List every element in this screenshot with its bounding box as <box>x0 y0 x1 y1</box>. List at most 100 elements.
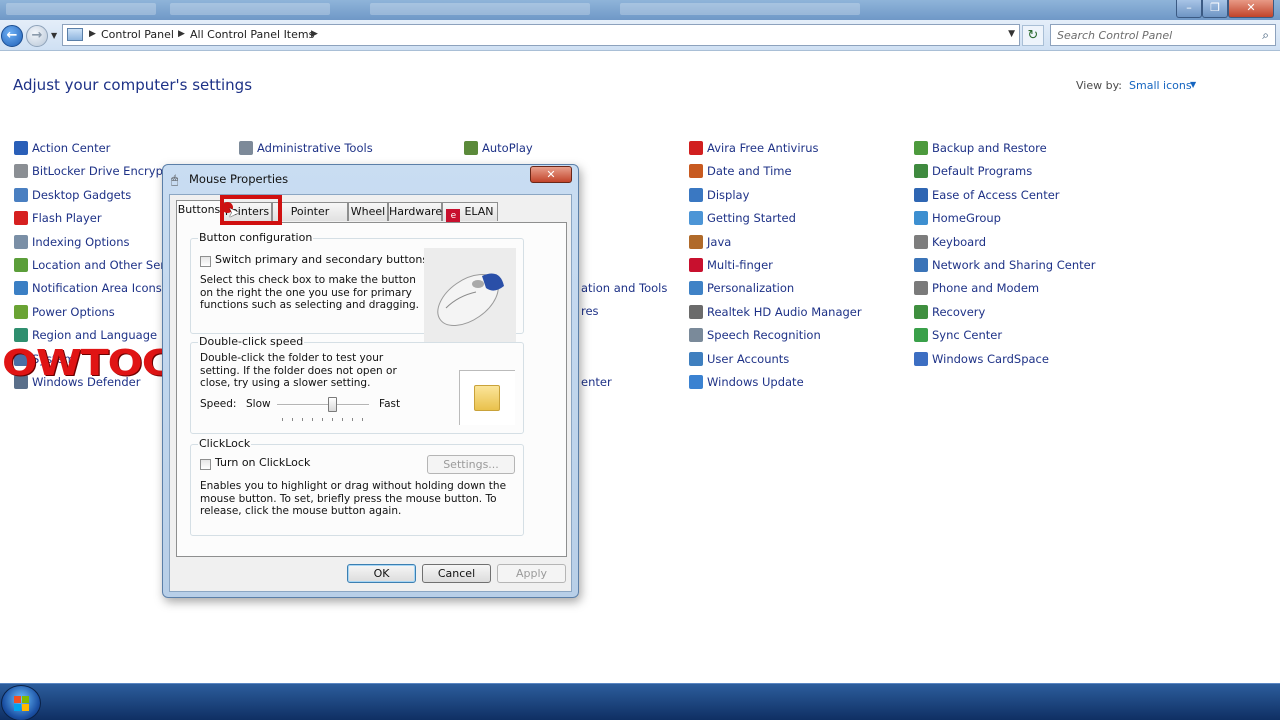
cp-item-network-sharing[interactable]: Network and Sharing Center <box>914 257 1134 275</box>
background-tab[interactable] <box>170 3 330 15</box>
cp-item-label: Administrative Tools <box>257 141 373 155</box>
cp-item-user-accounts[interactable]: User Accounts <box>689 351 909 369</box>
cp-item-label: Default Programs <box>932 164 1033 178</box>
maximize-icon: ❐ <box>1210 1 1220 14</box>
address-bar[interactable]: ▶ Control Panel ▶ All Control Panel Item… <box>62 24 1020 46</box>
cp-item-label: Sync Center <box>932 328 1003 342</box>
cp-item-backup-restore[interactable]: Backup and Restore <box>914 140 1134 158</box>
page-title: Adjust your computer's settings <box>13 76 253 94</box>
background-tab[interactable] <box>370 3 590 15</box>
cp-item-keyboard[interactable]: Keyboard <box>914 234 1134 252</box>
network-icon <box>914 258 928 272</box>
control-panel-icon <box>67 28 83 41</box>
cp-item-partial-label[interactable]: res <box>581 304 599 318</box>
dialog-body: Buttons Pointers Pointer Options Wheel H… <box>169 194 572 592</box>
chevron-down-icon[interactable]: ▼ <box>1190 80 1196 89</box>
chevron-down-icon[interactable]: ▼ <box>1008 29 1015 39</box>
cp-item-label: Backup and Restore <box>932 141 1047 155</box>
default-programs-icon <box>914 164 928 178</box>
cp-item-partial-label[interactable]: ation and Tools <box>581 281 667 295</box>
background-tab[interactable] <box>6 3 156 15</box>
cp-item-label: Windows CardSpace <box>932 352 1049 366</box>
cp-item-phone-modem[interactable]: Phone and Modem <box>914 280 1134 298</box>
tab-pointer-options[interactable]: Pointer Options <box>272 202 348 235</box>
tab-label: Wheel <box>350 205 386 218</box>
cp-item-label: Desktop Gadgets <box>32 188 132 202</box>
search-icon[interactable]: ⌕ <box>1262 28 1269 43</box>
cp-item-realtek-audio[interactable]: Realtek HD Audio Manager <box>689 304 909 322</box>
start-button[interactable] <box>1 685 41 720</box>
speed-slider-track[interactable] <box>277 404 369 406</box>
chevron-right-icon[interactable]: ▶ <box>89 29 96 39</box>
tab-label: ELAN <box>464 205 494 218</box>
clicklock-checkbox[interactable] <box>200 459 211 470</box>
folder-icon[interactable] <box>474 385 500 411</box>
close-button[interactable]: ✕ <box>1228 0 1274 18</box>
cancel-button[interactable]: Cancel <box>422 564 491 583</box>
cp-item-administrative-tools[interactable]: Administrative Tools <box>239 140 459 158</box>
cp-item-java[interactable]: Java <box>689 234 909 252</box>
background-tab[interactable] <box>620 3 860 15</box>
cp-item-action-center[interactable]: Action Center <box>14 140 234 158</box>
cp-item-recovery[interactable]: Recovery <box>914 304 1134 322</box>
clicklock-settings-button[interactable]: Settings... <box>427 455 515 474</box>
test-folder-area[interactable] <box>459 370 515 425</box>
cp-item-windows-update[interactable]: Windows Update <box>689 374 909 392</box>
cp-item-label: Notification Area Icons <box>32 281 162 295</box>
ok-button[interactable]: OK <box>347 564 416 583</box>
cp-item-speech-recognition[interactable]: Speech Recognition <box>689 327 909 345</box>
speed-slider-thumb[interactable] <box>328 397 337 412</box>
group-title: Double-click speed <box>198 335 305 348</box>
cp-item-getting-started[interactable]: Getting Started <box>689 210 909 228</box>
dialog-close-button[interactable]: ✕ <box>530 166 572 183</box>
apply-button[interactable]: Apply <box>497 564 566 583</box>
tab-elan[interactable]: e ELAN <box>442 202 498 223</box>
maximize-button[interactable]: ❐ <box>1202 0 1228 18</box>
cp-item-label: Phone and Modem <box>932 281 1040 295</box>
back-button[interactable]: ← <box>1 25 23 47</box>
cp-item-personalization[interactable]: Personalization <box>689 280 909 298</box>
breadcrumb-all-items[interactable]: All Control Panel Items <box>190 28 314 41</box>
cursor-icon: ➤ <box>228 205 240 221</box>
cp-item-default-programs[interactable]: Default Programs <box>914 163 1134 181</box>
cp-item-label: Date and Time <box>707 164 792 178</box>
cp-item-partial-label[interactable]: enter <box>581 375 612 389</box>
autoplay-icon <box>464 141 478 155</box>
close-icon: ✕ <box>1246 1 1256 14</box>
refresh-button[interactable]: ↻ <box>1022 25 1044 46</box>
mouse-icon: 🖱 <box>171 173 179 187</box>
cp-item-label: Recovery <box>932 305 986 319</box>
cp-item-autoplay[interactable]: AutoPlay <box>464 140 684 158</box>
chevron-right-icon[interactable]: ▶ <box>178 29 185 39</box>
cp-item-ease-of-access[interactable]: Ease of Access Center <box>914 187 1134 205</box>
cp-item-date-time[interactable]: Date and Time <box>689 163 909 181</box>
backup-icon <box>914 141 928 155</box>
search-input[interactable] <box>1057 29 1247 42</box>
search-box[interactable]: ⌕ <box>1050 24 1276 46</box>
minimize-button[interactable]: – <box>1176 0 1202 18</box>
cp-item-avira[interactable]: Avira Free Antivirus <box>689 140 909 158</box>
cp-item-sync-center[interactable]: Sync Center <box>914 327 1134 345</box>
recent-pages-dropdown[interactable]: ▼ <box>51 31 57 40</box>
cp-item-windows-cardspace[interactable]: Windows CardSpace <box>914 351 1134 369</box>
clicklock-label[interactable]: Turn on ClickLock <box>215 456 310 470</box>
cp-item-display[interactable]: Display <box>689 187 909 205</box>
slider-tick <box>352 418 353 421</box>
tab-panel-buttons: Button configuration Switch primary and … <box>176 222 567 557</box>
tab-wheel[interactable]: Wheel <box>348 202 388 221</box>
tab-hardware[interactable]: Hardware <box>388 202 442 221</box>
slow-label: Slow <box>246 398 271 410</box>
tab-buttons[interactable]: Buttons <box>176 200 222 223</box>
switch-buttons-label[interactable]: Switch primary and secondary buttons <box>215 253 428 267</box>
breadcrumb-control-panel[interactable]: Control Panel <box>101 28 174 41</box>
slider-tick <box>292 418 293 421</box>
cp-item-homegroup[interactable]: HomeGroup <box>914 210 1134 228</box>
personalization-icon <box>689 281 703 295</box>
view-by-dropdown[interactable]: Small icons <box>1129 79 1192 92</box>
avira-icon <box>689 141 703 155</box>
forward-button[interactable]: → <box>26 25 48 47</box>
cp-item-multi-finger[interactable]: Multi-finger <box>689 257 909 275</box>
switch-buttons-checkbox[interactable] <box>200 256 211 267</box>
mouse-properties-dialog: 🖱 Mouse Properties ✕ Buttons Pointers Po… <box>162 164 579 598</box>
chevron-right-icon[interactable]: ▶ <box>311 29 318 39</box>
